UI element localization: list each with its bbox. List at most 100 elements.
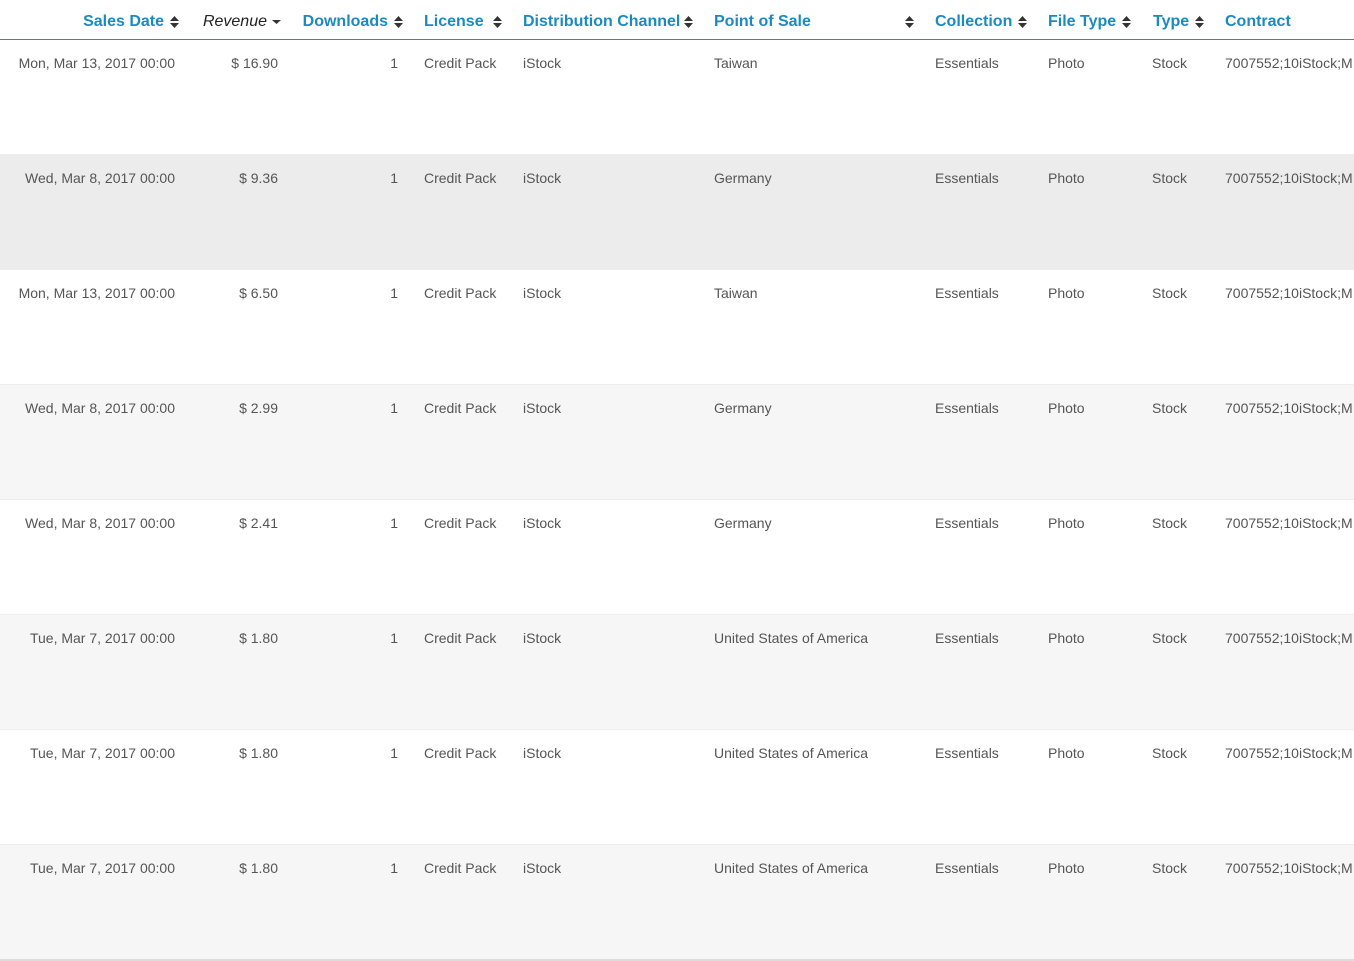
table-header: Sales Date Revenue Downloads License Dis… <box>0 0 1354 40</box>
cell-license: Credit Pack <box>424 170 497 186</box>
cell-revenue: $ 1.80 <box>239 860 278 876</box>
cell-downloads: 1 <box>390 170 398 186</box>
sort-both-icon[interactable] <box>394 12 403 32</box>
col-header-file-type[interactable]: File Type <box>1048 12 1116 32</box>
cell-distribution-channel: iStock <box>523 860 562 876</box>
cell-contract: 7007552;10iStock;M <box>1225 745 1353 761</box>
col-header-collection[interactable]: Collection <box>935 12 1012 32</box>
cell-distribution-channel: iStock <box>523 745 562 761</box>
col-header-sales-date[interactable]: Sales Date <box>50 12 164 32</box>
col-header-license[interactable]: License <box>424 12 484 32</box>
sort-both-icon[interactable] <box>1018 12 1027 32</box>
sales-table: Sales Date Revenue Downloads License Dis… <box>0 0 1354 961</box>
cell-distribution-channel: iStock <box>523 630 562 646</box>
cell-point-of-sale: Taiwan <box>714 285 758 301</box>
cell-file-type: Photo <box>1048 285 1085 301</box>
sort-descending-icon[interactable] <box>272 12 281 32</box>
cell-distribution-channel: iStock <box>523 285 562 301</box>
cell-revenue: $ 1.80 <box>239 630 278 646</box>
cell-sales-date: Wed, Mar 8, 2017 00:00 <box>25 515 175 531</box>
cell-sales-date: Wed, Mar 8, 2017 00:00 <box>25 170 175 186</box>
cell-collection: Essentials <box>935 630 999 646</box>
cell-downloads: 1 <box>390 55 398 71</box>
cell-collection: Essentials <box>935 400 999 416</box>
cell-contract: 7007552;10iStock;M <box>1225 55 1353 71</box>
cell-sales-date: Mon, Mar 13, 2017 00:00 <box>18 285 175 301</box>
cell-collection: Essentials <box>935 55 999 71</box>
sort-both-icon[interactable] <box>684 12 693 32</box>
cell-license: Credit Pack <box>424 55 497 71</box>
cell-license: Credit Pack <box>424 860 497 876</box>
sort-both-icon[interactable] <box>1122 12 1131 32</box>
sort-both-icon[interactable] <box>905 12 914 32</box>
cell-license: Credit Pack <box>424 400 497 416</box>
cell-type: Stock <box>1152 400 1188 416</box>
cell-contract: 7007552;10iStock;M <box>1225 400 1353 416</box>
cell-downloads: 1 <box>390 860 398 876</box>
cell-revenue: $ 1.80 <box>239 745 278 761</box>
col-header-revenue[interactable]: Revenue <box>190 12 267 32</box>
sort-both-icon[interactable] <box>1195 12 1204 32</box>
cell-downloads: 1 <box>390 745 398 761</box>
cell-downloads: 1 <box>390 630 398 646</box>
cell-sales-date: Mon, Mar 13, 2017 00:00 <box>18 55 175 71</box>
table-row[interactable]: Wed, Mar 8, 2017 00:00 $ 9.36 1 Credit P… <box>0 155 1354 270</box>
cell-license: Credit Pack <box>424 285 497 301</box>
cell-revenue: $ 2.41 <box>239 515 278 531</box>
cell-revenue: $ 9.36 <box>239 170 278 186</box>
col-header-distribution-channel[interactable]: Distribution Channel <box>523 12 680 32</box>
cell-type: Stock <box>1152 745 1188 761</box>
cell-collection: Essentials <box>935 515 999 531</box>
cell-file-type: Photo <box>1048 515 1085 531</box>
cell-file-type: Photo <box>1048 400 1085 416</box>
col-header-downloads[interactable]: Downloads <box>290 12 388 32</box>
table-row[interactable]: Mon, Mar 13, 2017 00:00 $ 16.90 1 Credit… <box>0 40 1354 155</box>
cell-contract: 7007552;10iStock;M <box>1225 170 1353 186</box>
cell-license: Credit Pack <box>424 745 497 761</box>
cell-type: Stock <box>1152 170 1188 186</box>
cell-file-type: Photo <box>1048 745 1085 761</box>
table-body: Mon, Mar 13, 2017 00:00 $ 16.90 1 Credit… <box>0 40 1354 961</box>
col-header-contract[interactable]: Contract <box>1225 12 1291 32</box>
cell-collection: Essentials <box>935 170 999 186</box>
table-row[interactable]: Tue, Mar 7, 2017 00:00 $ 1.80 1 Credit P… <box>0 730 1354 845</box>
cell-point-of-sale: Germany <box>714 515 772 531</box>
cell-sales-date: Tue, Mar 7, 2017 00:00 <box>29 630 175 646</box>
cell-type: Stock <box>1152 630 1188 646</box>
cell-file-type: Photo <box>1048 55 1085 71</box>
cell-sales-date: Wed, Mar 8, 2017 00:00 <box>25 400 175 416</box>
cell-file-type: Photo <box>1048 630 1085 646</box>
cell-sales-date: Tue, Mar 7, 2017 00:00 <box>29 860 175 876</box>
cell-distribution-channel: iStock <box>523 55 562 71</box>
table-row[interactable]: Tue, Mar 7, 2017 00:00 $ 1.80 1 Credit P… <box>0 615 1354 730</box>
sort-both-icon[interactable] <box>170 12 179 32</box>
table-row[interactable]: Tue, Mar 7, 2017 00:00 $ 1.80 1 Credit P… <box>0 845 1354 961</box>
col-header-type[interactable]: Type <box>1153 12 1189 32</box>
cell-collection: Essentials <box>935 285 999 301</box>
cell-point-of-sale: United States of America <box>714 745 869 761</box>
cell-contract: 7007552;10iStock;M <box>1225 630 1353 646</box>
cell-file-type: Photo <box>1048 860 1085 876</box>
col-header-point-of-sale[interactable]: Point of Sale <box>714 12 811 32</box>
sort-both-icon[interactable] <box>493 12 502 32</box>
cell-type: Stock <box>1152 285 1188 301</box>
cell-downloads: 1 <box>390 400 398 416</box>
table-row[interactable]: Wed, Mar 8, 2017 00:00 $ 2.41 1 Credit P… <box>0 500 1354 615</box>
cell-distribution-channel: iStock <box>523 515 562 531</box>
cell-license: Credit Pack <box>424 630 497 646</box>
cell-type: Stock <box>1152 515 1188 531</box>
cell-type: Stock <box>1152 55 1188 71</box>
cell-point-of-sale: Germany <box>714 170 772 186</box>
cell-downloads: 1 <box>390 285 398 301</box>
table-row[interactable]: Mon, Mar 13, 2017 00:00 $ 6.50 1 Credit … <box>0 270 1354 385</box>
cell-point-of-sale: United States of America <box>714 860 869 876</box>
cell-contract: 7007552;10iStock;M <box>1225 285 1353 301</box>
table-row[interactable]: Wed, Mar 8, 2017 00:00 $ 2.99 1 Credit P… <box>0 385 1354 500</box>
cell-downloads: 1 <box>390 515 398 531</box>
cell-point-of-sale: Germany <box>714 400 772 416</box>
cell-collection: Essentials <box>935 860 999 876</box>
cell-license: Credit Pack <box>424 515 497 531</box>
cell-file-type: Photo <box>1048 170 1085 186</box>
cell-revenue: $ 16.90 <box>231 55 278 71</box>
cell-point-of-sale: Taiwan <box>714 55 758 71</box>
